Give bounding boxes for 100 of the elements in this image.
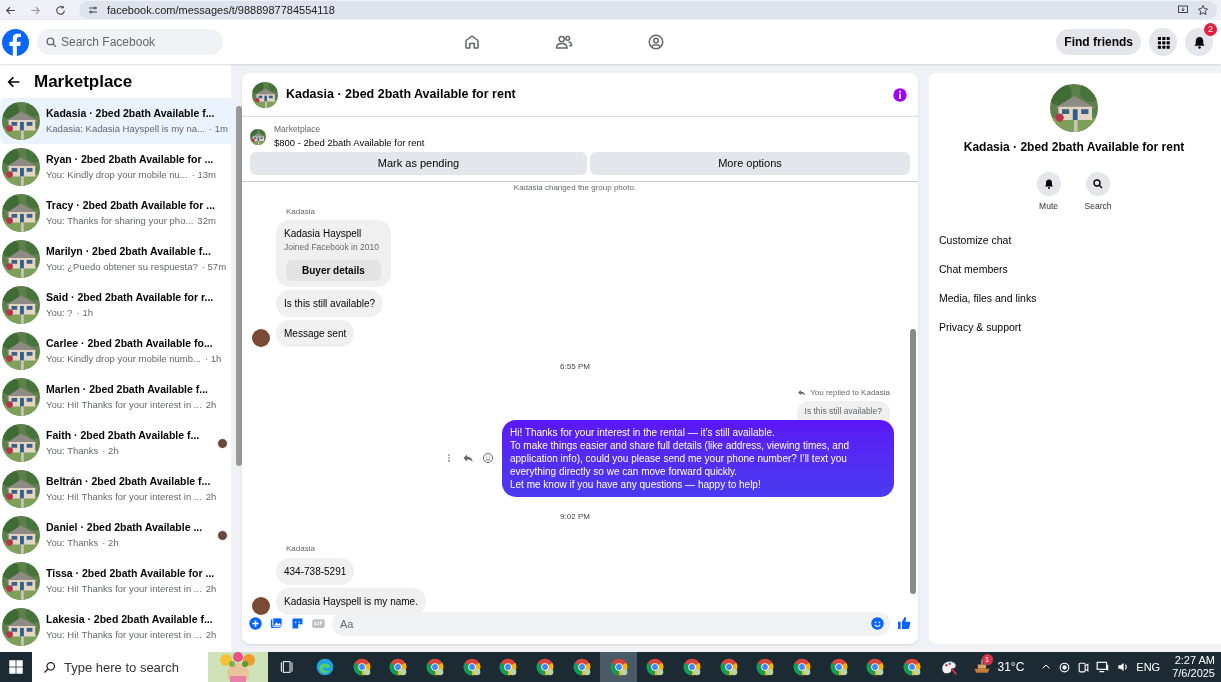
edge-browser-icon (315, 657, 336, 677)
conversation-item[interactable]: Kadasia · 2bed 2bath Available f... Kadasia: Kadasia Hayspell is my na... · 1m (0, 98, 236, 144)
conversation-item[interactable]: Faith · 2bed 2bath Available f... You: Thanks · 2h (0, 420, 236, 466)
conversation-title: Marilyn · 2bed 2bath Available f... (46, 244, 212, 259)
menu-item[interactable]: Privacy & support (939, 313, 1211, 343)
groups-icon[interactable] (647, 33, 666, 51)
url-text: facebook.com/messages/t/9888987784554118 (107, 2, 335, 18)
conversation-title: Beltrán · 2bed 2bath Available f... (46, 474, 212, 489)
facebook-logo-icon[interactable] (2, 28, 29, 56)
conversation-title: Carlee · 2bed 2bath Available fo... (46, 336, 214, 351)
conversation-item[interactable]: Carlee · 2bed 2bath Available fo... You: Kindly drop your mobile numb... · 1h (0, 328, 236, 374)
bell-button[interactable] (1036, 172, 1061, 196)
conversation-item[interactable]: Lakesia · 2bed 2bath Available f... You: Hi! Thanks for your interest in ... 2h (0, 604, 236, 650)
camera-icon[interactable] (1077, 660, 1091, 674)
reply-icon[interactable] (462, 452, 474, 464)
message-time: · 13m (191, 167, 216, 182)
message-time: 2h (205, 397, 217, 412)
info-icon[interactable] (892, 86, 908, 103)
sender-name: Kadasia (286, 542, 315, 555)
taskbar-search-field[interactable]: Type here to search (32, 652, 208, 682)
chrome-icon (425, 657, 446, 677)
conversation-item[interactable]: Marlen · 2bed 2bath Available f... You: Hi! Thanks for your interest in ... 2h (0, 374, 236, 420)
menu-button[interactable] (1149, 28, 1177, 56)
language-indicator[interactable]: ENG (1136, 658, 1161, 676)
conversation-item[interactable]: Tracy · 2bed 2bath Available for ... You: Thanks for sharing your pho... 32m (0, 190, 236, 236)
conversation-title: Kadasia · 2bed 2bath Available f... (46, 106, 216, 121)
chrome-icon (388, 657, 409, 677)
home-icon[interactable] (463, 33, 482, 51)
temperature: 31°C (997, 659, 1025, 676)
message-time: · 2h (102, 443, 119, 458)
sidebar-title: Marketplace (34, 71, 133, 94)
conversation-title: Tissa · 2bed 2bath Available for ... (46, 566, 216, 581)
message-time: 2h (205, 581, 217, 596)
photo-icon[interactable] (269, 615, 284, 631)
menu-item[interactable]: Customize chat (939, 226, 1211, 256)
message-time: 2h (205, 627, 217, 642)
profile-subtitle: Joined Facebook in 2010 (284, 241, 380, 254)
message-input[interactable]: Aa (332, 612, 890, 636)
message-preview: You: Thanks for sharing your pho... (46, 213, 194, 228)
chrome-icon (535, 657, 556, 677)
conversation-item[interactable]: Said · 2bed 2bath Available for r... You: ? · 1h (0, 282, 236, 328)
chrome-icon (571, 657, 592, 677)
reload-icon[interactable] (54, 3, 67, 17)
notification-badge: 2 (1204, 23, 1217, 36)
message-preview: You: Kindly drop your mobile nu... (46, 167, 188, 182)
find-friends-button[interactable]: Find friends (1056, 29, 1141, 55)
message-preview: You: Hi! Thanks for your interest in ... (46, 627, 202, 642)
search-icon (42, 659, 57, 675)
conversation-title: Daniel · 2bed 2bath Available ... (46, 520, 204, 535)
like-icon[interactable] (896, 615, 912, 631)
message-preview: You: Hi! Thanks for your interest in ... (46, 489, 202, 504)
message-preview: Kadasia: Kadasia Hayspell is my na... (46, 121, 205, 136)
buyer-details-button[interactable]: Buyer details (286, 259, 381, 281)
chrome-icon (498, 657, 519, 677)
network-icon[interactable] (1096, 660, 1111, 674)
site-settings-icon[interactable] (87, 4, 99, 16)
clock-date: 7/6/2025 (1172, 667, 1215, 680)
message-time: · 1m (208, 121, 228, 136)
chrome-icon (791, 657, 812, 677)
conversation-item[interactable]: Tissa · 2bed 2bath Available for ... You: Hi! Thanks for your interest in ... 2h (0, 558, 236, 604)
conversation-item[interactable]: Daniel · 2bed 2bath Available ... You: Thanks · 2h (0, 512, 236, 558)
conversation-item[interactable]: Marilyn · 2bed 2bath Available f... You: ¿Puedo obtener su respuesta? · 57m (0, 236, 236, 282)
search-button[interactable] (1086, 172, 1110, 196)
chrome-icon (902, 657, 923, 677)
message-time: 2h (205, 489, 217, 504)
bell-icon (1042, 178, 1055, 190)
emoji-icon[interactable] (870, 615, 885, 631)
listing-action-button[interactable]: Mark as pending (250, 152, 587, 175)
add-icon[interactable] (248, 615, 263, 631)
conversation-title: Lakesia · 2bed 2bath Available f... (46, 612, 214, 627)
message-bubble: 434-738-5291 (276, 557, 355, 585)
conversation-item[interactable]: Ryan · 2bed 2bath Available for ... You: Kindly drop your mobile nu... · 13m (0, 144, 236, 190)
windows-start-icon[interactable] (7, 658, 25, 676)
notifications-button[interactable] (1185, 28, 1213, 56)
record-icon[interactable] (1058, 660, 1072, 674)
timestamp: 9:02 PM (560, 510, 590, 523)
back-arrow-icon[interactable] (6, 74, 22, 90)
chrome-icon (608, 657, 629, 677)
friends-icon[interactable] (555, 33, 574, 51)
message-bubble: Message sent (276, 319, 355, 347)
menu-item[interactable]: Media, files and links (939, 284, 1211, 314)
conversation-item[interactable]: Beltrán · 2bed 2bath Available f... You: Hi! Thanks for your interest in ... 2h (0, 466, 236, 512)
search-icon (45, 36, 58, 49)
chat-title: Kadasia · 2bed 2bath Available for rent (286, 86, 517, 104)
reply-label: You replied to Kadasia (810, 386, 890, 399)
conversation-title: Ryan · 2bed 2bath Available for ... (46, 152, 215, 167)
action-label: Search (1084, 200, 1112, 213)
message-bubble: Hi! Thanks for your interest in the rental — it’s still available. To make things easier and share full details (like address, viewing times, and application info), could you please send me your phone number? I’ll text you everything directly so we can move forward quickly. Let me know if you have any questions — happy to help! (502, 419, 894, 497)
address-bar[interactable]: facebook.com/messages/t/9888987784554118 (79, 1, 1217, 19)
menu-item[interactable]: Chat members (939, 255, 1211, 285)
sender-name: Kadasia (286, 206, 315, 218)
chrome-icon (755, 657, 776, 677)
search-field[interactable]: Search Facebook (37, 29, 223, 55)
listing-text: $800 - 2bed 2bath Available for rent (274, 135, 425, 150)
install-icon[interactable] (1177, 4, 1189, 16)
bookmark-star-icon[interactable] (1197, 4, 1209, 16)
system-message: Kadasia changed the group photo. (513, 182, 637, 194)
conversation-title: Marlen · 2bed 2bath Available f... (46, 382, 209, 397)
emoji-icon[interactable] (482, 452, 494, 464)
listing-action-button[interactable]: More options (590, 152, 910, 175)
